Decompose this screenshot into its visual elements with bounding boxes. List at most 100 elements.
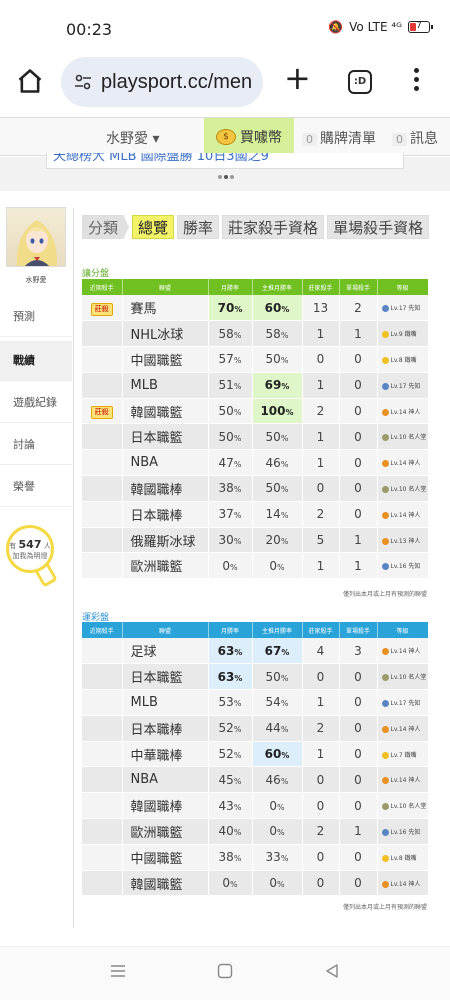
column-header: 月勝率: [208, 622, 253, 638]
new-tab-icon[interactable]: +: [284, 62, 311, 94]
tab-switcher-button[interactable]: :D: [348, 70, 372, 94]
table-row[interactable]: NBA 45% 46% 0 0 Lv.14 神人: [82, 766, 429, 794]
sidebar-item-discuss[interactable]: 討論: [0, 425, 72, 465]
table-row[interactable]: 韓國職棒 38% 50% 0 0 Lv.10 名人堂: [82, 475, 429, 502]
league-name[interactable]: 賽馬: [122, 295, 209, 322]
bookie-killer-count: 2: [302, 715, 340, 742]
tab-single-killer[interactable]: 單場殺手資格: [327, 215, 430, 239]
home-icon[interactable]: [16, 67, 44, 95]
table-row[interactable]: 中華職棒 52% 60% 1 0 Lv.7 鐵嘴: [82, 741, 429, 768]
cart-link[interactable]: 0 購牌清單: [302, 128, 376, 148]
single-killer-count: 0: [339, 663, 378, 691]
table-row[interactable]: 中國職籃 57% 50% 0 0 Lv.8 鐵嘴: [82, 346, 429, 373]
league-name[interactable]: 韓國職籃: [122, 870, 209, 897]
sidebar-item-honor[interactable]: 榮譽: [0, 467, 72, 507]
tab-overview[interactable]: 總覽: [132, 215, 175, 239]
recents-icon[interactable]: [110, 963, 126, 979]
level-icon: [381, 356, 389, 364]
level-icon: [381, 563, 389, 571]
table-row[interactable]: MLB 51% 69% 1 0 Lv.17 先知: [82, 372, 429, 399]
level-icon: [381, 803, 389, 811]
sidebar-item-game-log[interactable]: 遊戲紀錄: [0, 383, 72, 423]
tab-bookie-killer[interactable]: 莊家殺手資格: [222, 215, 325, 239]
level-icon: [381, 460, 389, 468]
league-name[interactable]: 中華職棒: [122, 741, 209, 768]
table-row[interactable]: 日本職籃 63% 50% 0 0 Lv.10 名人堂: [82, 663, 429, 691]
address-bar[interactable]: playsport.cc/men: [61, 57, 263, 107]
bookie-killer-badge: 莊殺: [90, 406, 113, 420]
table-row[interactable]: 足球 63% 67% 4 3 Lv.14 神人: [82, 638, 429, 665]
main-pick-winrate: 54%: [252, 689, 303, 716]
column-header: 單場殺手: [339, 622, 378, 638]
league-name[interactable]: 中國職籃: [122, 346, 209, 373]
main-pick-winrate: 50%: [252, 475, 303, 502]
sidebar-item-record[interactable]: 戰績: [0, 341, 72, 381]
league-name[interactable]: NHL冰球: [122, 320, 209, 348]
banner-box[interactable]: 天總榜大 MLB 國際盤勝 10日3國之9: [46, 153, 404, 169]
single-killer-count: 1: [339, 527, 378, 554]
back-icon[interactable]: [324, 963, 340, 979]
bookie-killer-count: 0: [302, 766, 340, 794]
table-row[interactable]: 韓國職棒 43% 0% 0 0 Lv.10 名人堂: [82, 792, 429, 820]
league-name[interactable]: 歐洲職籃: [122, 552, 209, 580]
home-nav-icon[interactable]: [217, 963, 233, 979]
single-killer-count: 3: [339, 638, 378, 665]
messages-link[interactable]: 0 訊息: [392, 128, 438, 148]
table-row[interactable]: 韓國職籃 0% 0% 0 0 Lv.14 神人: [82, 870, 429, 897]
level-icon: [381, 648, 389, 656]
single-killer-count: 0: [339, 689, 378, 716]
single-killer-count: 0: [339, 346, 378, 373]
bookie-killer-count: 4: [302, 638, 340, 665]
main-pick-winrate: 0%: [252, 792, 303, 820]
table-row[interactable]: 日本職棒 37% 14% 2 0 Lv.14 神人: [82, 501, 429, 528]
league-name[interactable]: MLB: [122, 372, 209, 399]
main-pick-winrate: 60%: [252, 295, 303, 322]
league-name[interactable]: 中國職籃: [122, 844, 209, 871]
league-name[interactable]: 日本職籃: [122, 663, 209, 691]
table-row[interactable]: 中國職籃 38% 33% 0 0 Lv.8 鐵嘴: [82, 844, 429, 871]
league-name[interactable]: 韓國職棒: [122, 792, 209, 820]
league-name[interactable]: 韓國職籃: [122, 398, 209, 425]
level-icon: [381, 854, 389, 862]
league-name[interactable]: 日本職棒: [122, 715, 209, 742]
site-settings-icon[interactable]: [73, 72, 93, 92]
column-header: 月勝率: [208, 279, 253, 295]
league-name[interactable]: 俄羅斯冰球: [122, 527, 209, 554]
table-row[interactable]: 日本職棒 52% 44% 2 0 Lv.14 神人: [82, 715, 429, 742]
bookie-killer-count: 2: [302, 501, 340, 528]
single-killer-count: 0: [339, 501, 378, 528]
table-row[interactable]: NBA 47% 46% 1 0 Lv.14 神人: [82, 449, 429, 477]
buy-coin-button[interactable]: $ 買噱幣: [204, 118, 294, 156]
table-note: 僅列出本月或上月有預測的聯盟: [342, 591, 427, 598]
sidebar-item-predict[interactable]: 預測: [0, 297, 72, 337]
league-name[interactable]: 歐洲職籃: [122, 818, 209, 845]
bookie-killer-count: 1: [302, 552, 340, 580]
league-name[interactable]: 足球: [122, 638, 209, 665]
avatar[interactable]: [6, 207, 66, 267]
table-row[interactable]: MLB 53% 54% 1 0 Lv.17 先知: [82, 689, 429, 716]
more-menu-icon[interactable]: [414, 68, 420, 95]
table-row[interactable]: NHL冰球 58% 58% 1 1 Lv.9 鐵嘴: [82, 320, 429, 348]
single-killer-count: 0: [339, 449, 378, 477]
league-name[interactable]: NBA: [122, 449, 209, 477]
killer-badge-cell: [82, 792, 123, 820]
main-pick-winrate: 44%: [252, 715, 303, 742]
tab-winrate[interactable]: 勝率: [177, 215, 220, 239]
user-menu[interactable]: 水野愛 ▾: [106, 128, 159, 148]
single-killer-count: 0: [339, 870, 378, 897]
level-cell: Lv.9 鐵嘴: [377, 320, 429, 348]
table-row[interactable]: 莊殺 賽馬 70% 60% 13 2 Lv.17 先知: [82, 295, 429, 322]
table-row[interactable]: 日本職籃 50% 50% 1 0 Lv.10 名人堂: [82, 423, 429, 451]
league-name[interactable]: MLB: [122, 689, 209, 716]
league-name[interactable]: 日本職籃: [122, 423, 209, 451]
browser-toolbar: playsport.cc/men + :D: [0, 52, 450, 110]
monthly-winrate: 30%: [208, 527, 253, 554]
league-name[interactable]: 韓國職棒: [122, 475, 209, 502]
table-row[interactable]: 歐洲職籃 40% 0% 2 1 Lv.16 先知: [82, 818, 429, 845]
table-row[interactable]: 莊殺 韓國職籃 50% 100% 2 0 Lv.14 神人: [82, 398, 429, 425]
table-row[interactable]: 歐洲職籃 0% 0% 1 1 Lv.16 先知: [82, 552, 429, 580]
league-name[interactable]: 日本職棒: [122, 501, 209, 528]
league-name[interactable]: NBA: [122, 766, 209, 794]
level-cell: Lv.16 先知: [377, 552, 429, 580]
table-row[interactable]: 俄羅斯冰球 30% 20% 5 1 Lv.13 神人: [82, 527, 429, 554]
